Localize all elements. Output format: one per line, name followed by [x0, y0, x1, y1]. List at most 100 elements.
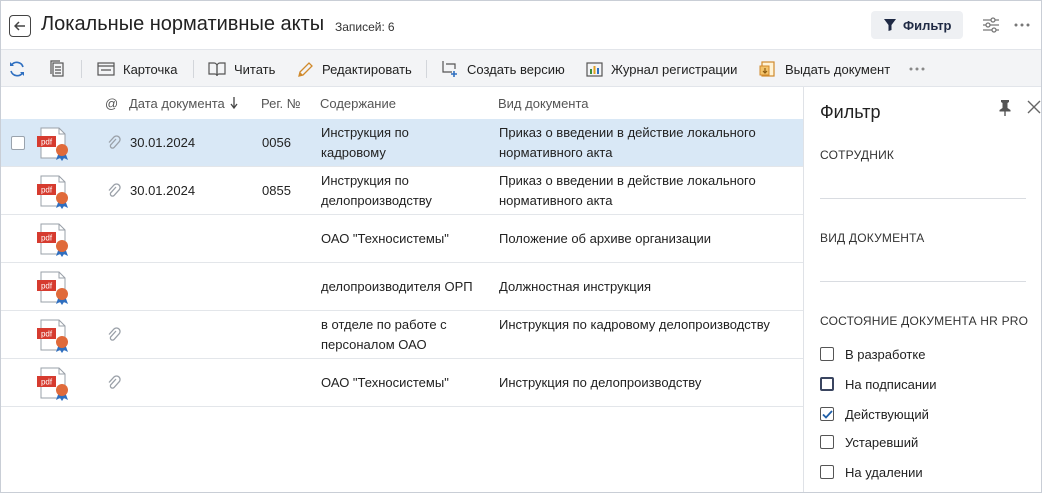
state-option[interactable]: На подписании	[820, 375, 937, 393]
cell-content-line: Инструкция по	[321, 173, 409, 188]
table-row[interactable]: pdf делопроизводителя ОРП Должностная ин…	[1, 263, 803, 311]
cell-doc-type-line: Приказ о введении в действие локального	[499, 125, 756, 140]
pdf-document-icon: pdf	[37, 175, 68, 209]
toolbar-new-version-button[interactable]: Создать версию	[441, 50, 565, 88]
state-option-label: На удалении	[845, 464, 923, 480]
close-icon[interactable]	[1026, 99, 1042, 115]
cell-doc-type: Должностная инструкция	[499, 277, 799, 297]
copy-button[interactable]	[48, 50, 74, 88]
toolbar-new-version-label: Создать версию	[467, 61, 565, 77]
cell-doc-type-line: Приказ о введении в действие локального	[499, 173, 756, 188]
employee-filter-input[interactable]	[820, 198, 1026, 199]
doc-type-filter-input[interactable]	[820, 281, 1026, 282]
state-option-label: Устаревший	[845, 434, 919, 450]
cell-date: 30.01.2024	[130, 183, 196, 198]
checkbox[interactable]	[820, 435, 834, 449]
state-option[interactable]: Действующий	[820, 405, 929, 423]
toolbar-read-button[interactable]: Читать	[208, 50, 275, 88]
toolbar-read-label: Читать	[234, 61, 276, 77]
book-icon	[208, 62, 226, 77]
checkmark-icon	[821, 409, 833, 419]
state-filter-label: СОСТОЯНИЕ ДОКУМЕНТА HR PRO	[820, 314, 1029, 328]
state-option[interactable]: В разработке	[820, 345, 925, 363]
column-attachment[interactable]: @	[105, 96, 118, 111]
table-row[interactable]: pdf ОАО "Техносистемы" Инструкция по дел…	[1, 359, 803, 407]
paperclip-icon[interactable]	[107, 375, 121, 391]
toolbar-edit-button[interactable]: Редактировать	[297, 50, 412, 88]
cell-content-line: кадровому	[321, 145, 386, 160]
toolbar: Карточка Читать Редактировать Создать ве…	[1, 49, 1041, 87]
cell-doc-type-line: Инструкция по делопроизводству	[499, 375, 702, 390]
pdf-document-icon: pdf	[37, 367, 68, 401]
copy-icon	[50, 60, 64, 77]
column-date[interactable]: Дата документа	[129, 96, 238, 111]
toolbar-issue-button[interactable]: Выдать документ	[759, 50, 890, 88]
cell-doc-type: Приказ о введении в действие локального …	[499, 123, 799, 163]
toolbar-edit-label: Редактировать	[322, 61, 412, 77]
cell-content-line: Инструкция по	[321, 125, 409, 140]
cell-reg-number: 0855	[262, 183, 291, 198]
card-icon	[97, 62, 115, 76]
cell-content: Инструкция по кадровому	[321, 123, 491, 163]
arrow-left-icon	[14, 21, 25, 31]
checkbox[interactable]	[820, 347, 834, 361]
pdf-label: pdf	[41, 186, 53, 195]
cell-reg-number: 0056	[262, 135, 291, 150]
column-date-label: Дата документа	[129, 96, 225, 111]
state-option[interactable]: На удалении	[820, 463, 923, 481]
paperclip-icon[interactable]	[107, 135, 121, 151]
cell-doc-type: Приказ о введении в действие локального …	[499, 171, 799, 211]
issue-document-icon	[759, 61, 775, 77]
cell-doc-type: Инструкция по кадровому делопроизводству	[499, 315, 799, 335]
more-icon	[909, 67, 925, 71]
column-doc-type[interactable]: Вид документа	[498, 96, 589, 111]
toolbar-journal-label: Журнал регистрации	[611, 61, 738, 77]
employee-filter-label: СОТРУДНИК	[820, 148, 895, 162]
table-row[interactable]: pdf 30.01.2024 0056 Инструкция по кадрово…	[1, 119, 803, 167]
cell-content-line: персоналом ОАО	[321, 337, 427, 352]
refresh-button[interactable]	[8, 50, 34, 88]
toolbar-card-button[interactable]: Карточка	[97, 50, 177, 88]
chart-journal-icon	[586, 61, 603, 77]
column-reg-number[interactable]: Рег. №	[261, 96, 301, 111]
cell-content: ОАО "Техносистемы"	[321, 373, 491, 393]
cell-doc-type-line: Положение об архиве организации	[499, 231, 712, 246]
cell-date: 30.01.2024	[130, 135, 196, 150]
table-row[interactable]: pdf 30.01.2024 0855 Инструкция по делопро…	[1, 167, 803, 215]
filter-button[interactable]: Фильтр	[871, 11, 963, 39]
state-option-label: На подписании	[845, 376, 937, 392]
back-button[interactable]	[9, 15, 31, 37]
column-content[interactable]: Содержание	[320, 96, 396, 111]
cell-content-line: ОАО "Техносистемы"	[321, 375, 449, 390]
checkbox-checked[interactable]	[820, 407, 834, 421]
cell-content-line: делопроизводству	[321, 193, 432, 208]
pdf-label: pdf	[41, 138, 53, 147]
checkbox[interactable]	[820, 377, 834, 391]
filter-button-label: Фильтр	[903, 17, 952, 33]
paperclip-icon[interactable]	[107, 183, 121, 199]
toolbar-more-button[interactable]	[909, 50, 933, 88]
records-count: 6	[387, 20, 395, 34]
cell-content-line: делопроизводителя ОРП	[321, 279, 473, 294]
toolbar-card-label: Карточка	[123, 61, 178, 77]
table-row[interactable]: pdf ОАО "Техносистемы" Положение об архи…	[1, 215, 803, 263]
cell-doc-type-line: Должностная инструкция	[499, 279, 652, 294]
pin-icon[interactable]	[997, 99, 1013, 117]
cell-doc-type: Положение об архиве организации	[499, 229, 799, 249]
pdf-label: pdf	[41, 282, 53, 291]
pdf-document-icon: pdf	[37, 271, 68, 305]
cell-content: в отделе по работе с персоналом ОАО	[321, 315, 491, 355]
state-option[interactable]: Устаревший	[820, 433, 918, 451]
paperclip-icon[interactable]	[107, 327, 121, 343]
row-checkbox[interactable]	[11, 136, 25, 150]
records-label: Записей:	[335, 20, 385, 34]
checkbox[interactable]	[820, 465, 834, 479]
toolbar-journal-button[interactable]: Журнал регистрации	[586, 50, 737, 88]
table-row[interactable]: pdf в отделе по работе с персоналом ОАО …	[1, 311, 803, 359]
cell-doc-type-line: Инструкция по кадровому делопроизводству	[499, 317, 770, 332]
more-icon[interactable]	[1012, 15, 1032, 35]
settings-sliders-icon[interactable]	[981, 15, 1001, 35]
page-header: Локальные нормативные акты Записей: 6 Фил…	[1, 1, 1041, 49]
state-option-label: Действующий	[845, 406, 929, 422]
pdf-label: pdf	[41, 378, 53, 387]
